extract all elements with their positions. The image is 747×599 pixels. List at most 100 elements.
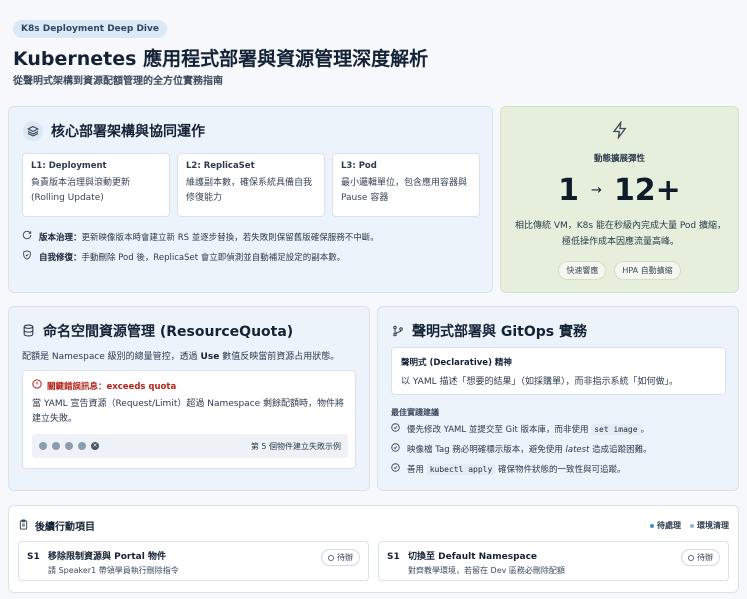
action-desc: 請 Speaker1 帶領學員執行刪除指令	[48, 566, 179, 575]
error-title: 關鍵錯誤訊息：exceeds quota	[47, 381, 177, 392]
practice-code: kubectl apply	[426, 464, 496, 475]
scale-to: 12+	[613, 173, 681, 208]
action-items-card: 後續行動項目 待處理 環境清理 S1 移除限制資源與 Portal 物件 請 S…	[8, 505, 739, 593]
created-object-dot	[65, 442, 73, 450]
layer-title: L3: Pod	[341, 161, 377, 171]
action-item[interactable]: S1 移除限制資源與 Portal 物件 請 Speaker1 帶領學員執行刪除…	[18, 541, 369, 581]
action-step: S1	[27, 552, 40, 562]
action-step: S1	[387, 552, 400, 562]
practice-text-end: 確保物件狀態的一致性與可追蹤。	[495, 465, 626, 475]
shield-icon	[22, 250, 32, 263]
clipboard-icon	[18, 518, 29, 533]
arrow-right-icon: →	[591, 183, 602, 198]
refresh-icon	[22, 230, 32, 243]
practice-code: set image	[591, 424, 641, 435]
elastic-tags: 快速響應 HPA 自動擴縮	[501, 261, 738, 280]
practice-text: 善用	[407, 465, 427, 475]
action-items-title: 後續行動項目	[35, 522, 95, 533]
practice-item: 優先修改 YAML 並提交至 Git 版本庫，而非使用 set image。	[391, 423, 649, 435]
progress-label: 第 5 個物件建立失敗示例	[250, 441, 341, 451]
gitops-card: 聲明式部署與 GitOps 實務 聲明式 (Declarative) 精神 以 …	[377, 306, 739, 491]
branch-icon	[392, 322, 404, 341]
core-architecture-card: 核心部署架構與協同運作 L1: Deployment 負責版本治理與滾動更新 (…	[8, 106, 493, 293]
header-badge: K8s Deployment Deep Dive	[13, 20, 167, 38]
tag-hpa: HPA 自動擴縮	[614, 261, 681, 280]
database-icon	[22, 322, 35, 341]
action-title: 移除限制資源與 Portal 物件	[48, 552, 166, 562]
legend-pending: 待處理	[650, 520, 681, 531]
layer-replicaset: L2: ReplicaSet 維護副本數，確保系統具備自我修復能力	[177, 153, 325, 217]
bullet-text: 手動刪除 Pod 後，ReplicaSet 會立即偵測並自動補足設定的副本數。	[81, 252, 346, 263]
quota-card-title: 命名空間資源管理 (ResourceQuota)	[43, 324, 294, 340]
error-box: 關鍵錯誤訊息：exceeds quota 當 YAML 宣告資源（Request…	[22, 370, 356, 469]
quota-card-header: 命名空間資源管理 (ResourceQuota)	[22, 321, 293, 341]
tag-fast-response: 快速響應	[558, 261, 607, 280]
elastic-desc: 相比傳統 VM，K8s 能在秒級內完成大量 Pod 擴縮，極低操作成本因應流量高…	[515, 221, 727, 247]
gitops-card-header: 聲明式部署與 GitOps 實務	[392, 321, 587, 341]
status-label: 待辦	[697, 553, 713, 562]
page-subtitle: 從聲明式架構到資源配額管理的全方位實務指南	[13, 76, 223, 87]
created-object-dot	[78, 442, 86, 450]
quota-progress-example: × 第 5 個物件建立失敗示例	[32, 434, 348, 458]
gitops-card-title: 聲明式部署與 GitOps 實務	[412, 324, 587, 340]
practice-item: 映像檔 Tag 務必明確標示版本，避免使用 latest 造成追蹤困難。	[391, 443, 652, 455]
layer-title: L1: Deployment	[31, 161, 107, 171]
error-title-row: 關鍵錯誤訊息：exceeds quota	[32, 379, 176, 392]
declarative-desc: 以 YAML 描述「想要的結果」（如採購單），而非指示系統「如何做」。	[401, 377, 678, 387]
practice-item: 善用 kubectl apply 確保物件狀態的一致性與可追蹤。	[391, 463, 626, 475]
practice-text: 映像檔 Tag 務必明確標示版本，避免使用	[407, 445, 566, 455]
quota-desc-pre: 配額是 Namespace 級別的總量管控，透過	[22, 352, 201, 362]
action-status-badge: 待辦	[321, 549, 360, 566]
pending-icon	[328, 554, 334, 561]
best-practice-title: 最佳實踐建議	[391, 408, 439, 417]
practice-text: 優先修改 YAML 並提交至 Git 版本庫，而非使用	[407, 425, 592, 435]
check-circle-icon	[391, 463, 400, 475]
action-legend: 待處理 環境清理	[650, 520, 729, 531]
elastic-label: 動態擴展彈性	[593, 154, 645, 164]
declarative-title: 聲明式 (Declarative) 精神	[401, 358, 512, 368]
bullet-self-healing: 自我修復：手動刪除 Pod 後，ReplicaSet 會立即偵測並自動補足設定的…	[22, 250, 345, 263]
practice-emphasis: latest	[565, 445, 590, 455]
check-circle-icon	[391, 443, 400, 455]
declarative-box: 聲明式 (Declarative) 精神 以 YAML 描述「想要的結果」（如採…	[391, 347, 726, 395]
action-item[interactable]: S1 切換至 Default Namespace 對齊教學環境，若留在 Dev …	[378, 541, 729, 581]
layers-icon	[23, 121, 43, 141]
quota-desc-post: 數值反映當前資源占用狀態。	[219, 352, 340, 362]
scaling-figure: 1 → 12+	[501, 173, 738, 208]
bullet-label: 版本治理：	[39, 232, 82, 243]
practice-text-end: 。	[640, 425, 650, 435]
action-items-header: 後續行動項目	[18, 518, 95, 533]
action-title: 切換至 Default Namespace	[408, 552, 538, 562]
practice-text-end: 造成追蹤困難。	[589, 445, 652, 455]
page-title: Kubernetes 應用程式部署與資源管理深度解析	[13, 48, 429, 70]
resource-quota-card: 命名空間資源管理 (ResourceQuota) 配額是 Namespace 級…	[8, 306, 370, 491]
layer-desc: 維護副本數，確保系統具備自我修復能力	[186, 178, 313, 203]
status-label: 待辦	[337, 553, 353, 562]
created-object-dot	[52, 442, 60, 450]
check-circle-icon	[391, 423, 400, 435]
created-object-dot	[39, 442, 47, 450]
legend-label: 待處理	[657, 521, 681, 530]
lightning-icon	[501, 121, 738, 139]
legend-label: 環境清理	[697, 521, 729, 530]
scale-from: 1	[558, 173, 580, 208]
pending-icon	[688, 554, 694, 561]
layer-pod: L3: Pod 最小邏輯單位，包含應用容器與 Pause 容器	[332, 153, 480, 217]
failed-object-icon: ×	[91, 442, 99, 450]
core-card-header: 核心部署架構與協同運作	[23, 121, 205, 141]
layer-desc: 負責版本治理與滾動更新 (Rolling Update)	[31, 178, 131, 203]
legend-cleanup: 環境清理	[690, 520, 729, 531]
error-text: 當 YAML 宣告資源（Request/Limit）超過 Namespace 剩…	[32, 399, 345, 424]
layer-deployment: L1: Deployment 負責版本治理與滾動更新 (Rolling Upda…	[22, 153, 170, 217]
alert-icon	[32, 379, 42, 392]
bullet-label: 自我修復：	[39, 252, 82, 263]
action-desc: 對齊教學環境，若留在 Dev 區務必刪除配額	[408, 566, 565, 575]
quota-desc-bold: Use	[200, 352, 220, 362]
bullet-text: 更新映像版本時會建立新 RS 並逐步替換，若失敗則保留舊版確保服務不中斷。	[81, 232, 379, 243]
action-status-badge: 待辦	[681, 549, 720, 566]
core-card-title: 核心部署架構與協同運作	[51, 124, 205, 140]
quota-desc: 配額是 Namespace 級別的總量管控，透過 Use 數值反映當前資源占用狀…	[22, 349, 339, 362]
layer-title: L2: ReplicaSet	[186, 161, 255, 171]
bullet-version-governance: 版本治理：更新映像版本時會建立新 RS 並逐步替換，若失敗則保留舊版確保服務不中…	[22, 230, 379, 243]
elastic-scaling-card: 動態擴展彈性 1 → 12+ 相比傳統 VM，K8s 能在秒級內完成大量 Pod…	[500, 106, 739, 293]
